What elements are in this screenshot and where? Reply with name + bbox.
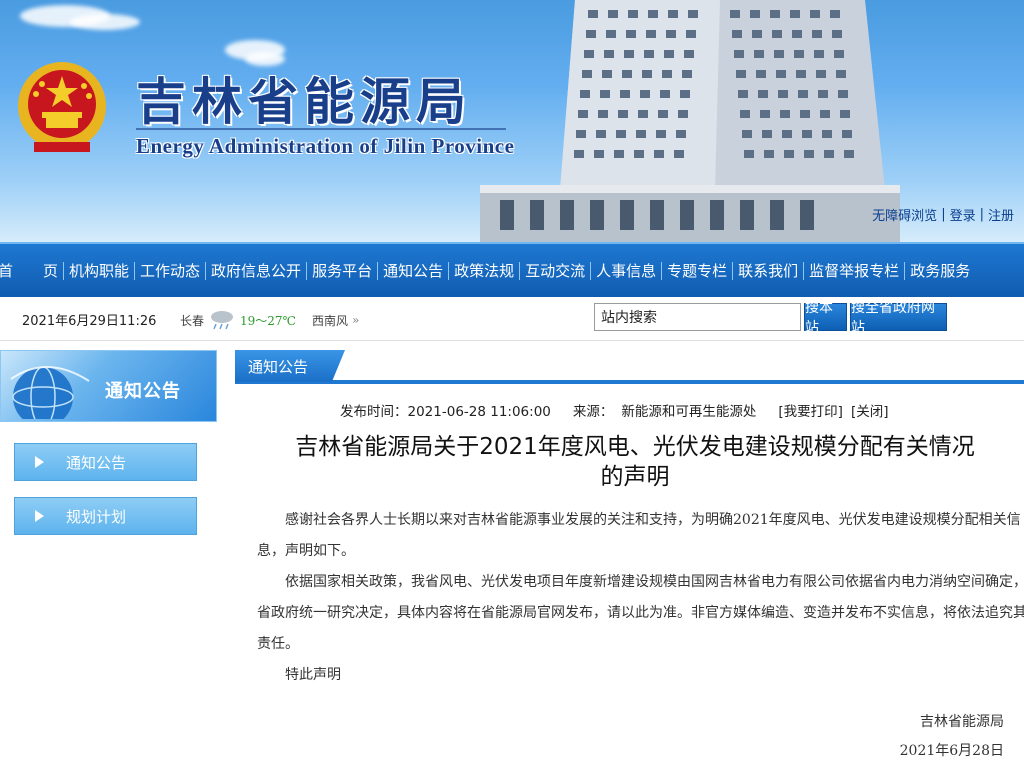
nav-item-functions[interactable]: 机构职能 <box>64 261 134 281</box>
weather-wind: 西南风 <box>311 313 348 328</box>
source-label: 来源： <box>572 404 614 420</box>
article-paragraph: 感谢社会各界人士长期以来对吉林省能源事业发展的关注和支持，为明确2021年度风电… <box>257 512 1021 559</box>
nav-item-supervision[interactable]: 监督举报专栏 <box>804 261 904 281</box>
article-title-line: 的声明 <box>600 464 670 490</box>
sidebar-item-notices[interactable]: 通知公告 <box>14 443 197 481</box>
content-section-tab: 通知公告 <box>235 350 345 382</box>
sidebar-item-plans[interactable]: 规划计划 <box>14 497 197 535</box>
article-signature: 吉林省能源局 <box>920 714 1004 730</box>
globe-icon <box>10 366 90 419</box>
sidebar-item-label: 通知公告 <box>66 453 127 472</box>
weather-city: 长春 <box>180 313 205 328</box>
article-paragraph: 依据国家相关政策，我省风电、光伏发电项目年度新增建设规模由国网吉林省电力有限公司… <box>257 574 1024 652</box>
content-tab-underline <box>235 380 1024 384</box>
play-arrow-icon <box>35 456 44 468</box>
nav-item-news[interactable]: 工作动态 <box>135 261 205 281</box>
nav-item-contact[interactable]: 联系我们 <box>733 261 803 281</box>
nav-item-disclosure[interactable]: 政府信息公开 <box>206 261 306 281</box>
cloud <box>70 14 140 30</box>
register-link[interactable]: 注册 <box>988 205 1014 224</box>
current-datetime: 2021年6月29日11:26 <box>22 314 157 329</box>
top-links: 无障碍浏览 | 登录 | 注册 <box>872 203 1014 225</box>
sidebar-item-label: 规划计划 <box>66 507 127 526</box>
article-title: 吉林省能源局关于2021年度风电、光伏发电建设规模分配有关情况 的声明 <box>240 432 1024 492</box>
article-paragraph: 特此声明 <box>285 667 341 683</box>
nav-item-personnel[interactable]: 人事信息 <box>591 261 661 281</box>
nav-item-topics[interactable]: 专题专栏 <box>662 261 732 281</box>
national-emblem-icon <box>18 62 106 152</box>
search-input[interactable] <box>594 303 801 331</box>
site-banner: 吉林省能源局 Energy Administration of Jilin Pr… <box>0 0 1024 242</box>
separator: | <box>941 206 946 222</box>
source-value: 新能源和可再生能源处 <box>621 404 757 420</box>
sidebar-title: 通知公告 <box>105 381 181 402</box>
article-body: 感谢社会各界人士长期以来对吉林省能源事业发展的关注和支持，为明确2021年度风电… <box>257 505 1024 691</box>
publish-time: 发布时间：2021-06-28 11:06:00 <box>340 404 551 420</box>
main-nav: 首 页 机构职能 工作动态 政府信息公开 服务平台 通知公告 政策法规 互动交流… <box>0 242 1024 297</box>
accessibility-link[interactable]: 无障碍浏览 <box>872 205 937 224</box>
nav-item-policy[interactable]: 政策法规 <box>449 261 519 281</box>
play-arrow-icon <box>35 510 44 522</box>
login-link[interactable]: 登录 <box>950 205 976 224</box>
weather-widget: 长春 19～27℃ 西南风 » <box>180 309 359 331</box>
close-link[interactable]: [关闭] <box>851 400 889 420</box>
rain-icon <box>211 311 234 330</box>
nav-item-gov-services[interactable]: 政务服务 <box>905 261 975 281</box>
article-meta: 发布时间：2021-06-28 11:06:00 来源： 新能源和可再生能源处 … <box>340 400 896 420</box>
separator: | <box>979 206 984 222</box>
search-site-button[interactable]: 搜本站 <box>804 300 847 336</box>
search-province-button[interactable]: 搜全省政府网站 <box>850 300 947 336</box>
divider <box>136 128 506 130</box>
site-title: 吉林省能源局 <box>136 72 472 131</box>
nav-item-home[interactable]: 首 页 <box>0 261 63 281</box>
nav-item-interaction[interactable]: 互动交流 <box>520 261 590 281</box>
article-title-line: 吉林省能源局关于2021年度风电、光伏发电建设规模分配有关情况 <box>295 434 975 460</box>
weather-more-icon[interactable]: » <box>352 313 359 327</box>
article-sign-date: 2021年6月28日 <box>899 743 1004 759</box>
weather-temperature: 19～27℃ <box>240 313 296 328</box>
nav-item-services[interactable]: 服务平台 <box>307 261 377 281</box>
print-link[interactable]: [我要打印] <box>778 400 843 420</box>
building-image <box>480 0 900 242</box>
site-subtitle: Energy Administration of Jilin Province <box>136 134 515 158</box>
sidebar-header: 通知公告 <box>0 350 217 422</box>
nav-item-notices[interactable]: 通知公告 <box>378 261 448 281</box>
